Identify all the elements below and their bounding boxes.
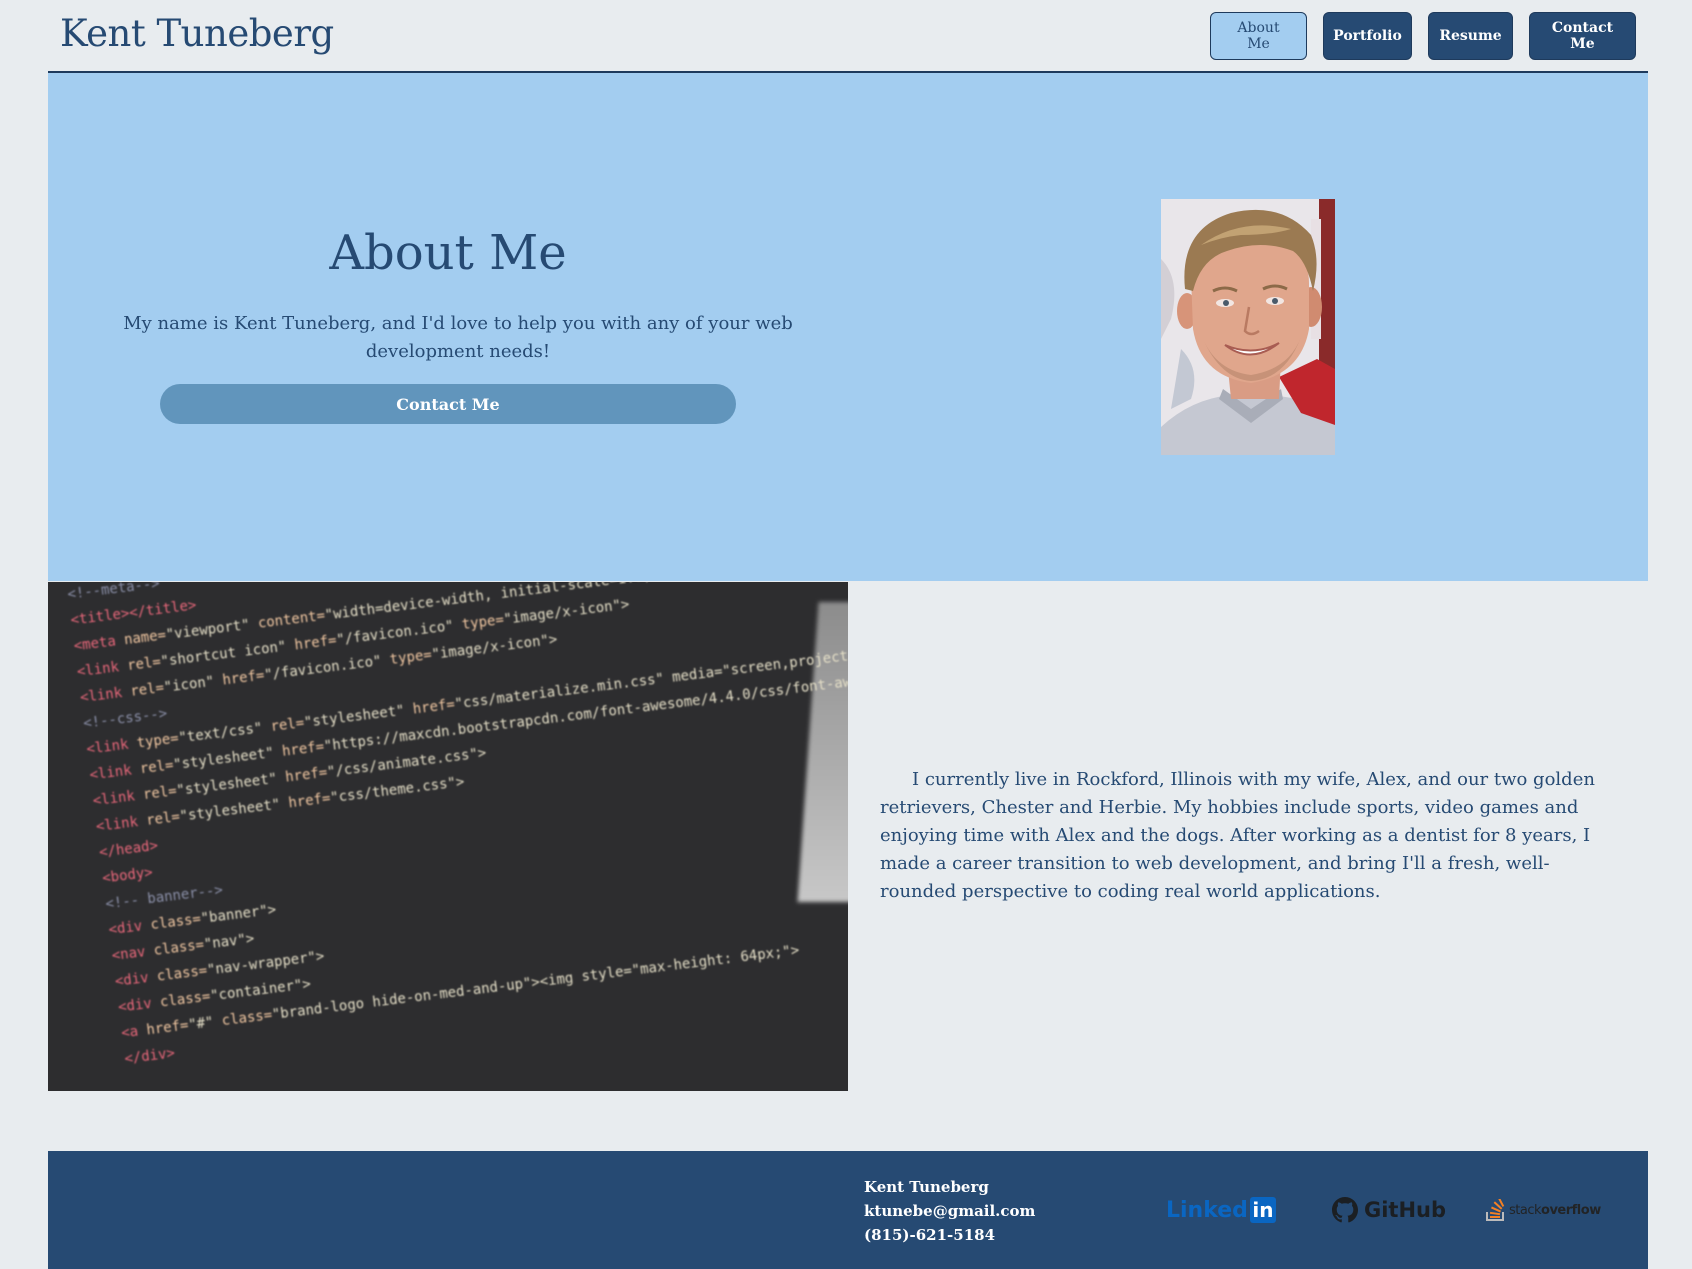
- code-token: rel=: [145, 808, 181, 829]
- code-token: </div>: [123, 1045, 176, 1068]
- code-token: href=: [293, 632, 338, 654]
- code-token: <body>: [101, 864, 154, 887]
- hero-contact-button[interactable]: Contact Me: [160, 384, 736, 424]
- code-token: <link: [95, 813, 148, 836]
- code-token: href=: [411, 696, 456, 718]
- nav-resume-button[interactable]: Resume: [1428, 12, 1513, 60]
- stackoverflow-logo-bold: overflow: [1541, 1202, 1601, 1218]
- code-background-image: <!--meta--> <title></title> <meta name="vi…: [48, 582, 848, 1091]
- code-token: href=: [284, 764, 329, 786]
- linkedin-logo-text: Linked: [1166, 1197, 1248, 1223]
- code-snippet-graphic: <!--meta--> <title></title> <meta name="vi…: [66, 582, 848, 1072]
- code-token: type=: [460, 611, 505, 634]
- code-token: href=: [287, 790, 332, 812]
- code-token: type=: [388, 647, 433, 669]
- code-token: <nav: [110, 943, 155, 965]
- code-token: <div: [117, 994, 162, 1016]
- code-token: <div: [107, 917, 152, 939]
- footer-phone[interactable]: (815)-621-5184: [864, 1223, 1035, 1247]
- footer-email[interactable]: ktunebe@gmail.com: [864, 1199, 1035, 1223]
- code-token: <meta: [72, 632, 126, 655]
- code-token: <div: [114, 968, 158, 990]
- site-header: Kent Tuneberg About Me Portfolio Resume …: [48, 0, 1648, 73]
- code-token: class=: [155, 962, 209, 985]
- code-token: rel=: [142, 783, 178, 804]
- github-icon: [1332, 1197, 1358, 1223]
- nav-contact-button[interactable]: Contact Me: [1529, 12, 1636, 60]
- code-token: content=: [257, 607, 326, 632]
- code-token: class=: [220, 1007, 274, 1030]
- linkedin-link[interactable]: Linked in: [1166, 1195, 1276, 1225]
- code-token: rel=: [129, 679, 165, 700]
- code-token: "#": [187, 1013, 223, 1034]
- hero-title: About Me: [329, 225, 567, 281]
- code-token: <link: [91, 787, 145, 810]
- code-token: href=: [145, 1017, 190, 1039]
- code-token: "banner">: [199, 901, 278, 928]
- bio-paragraph: I currently live in Rockford, Illinois w…: [880, 769, 1595, 902]
- code-token: rel=: [269, 715, 306, 736]
- nav-about-button[interactable]: About Me: [1210, 12, 1307, 60]
- hero-section: About Me My name is Kent Tuneberg, and I…: [48, 73, 1648, 581]
- code-token: "nav">: [203, 930, 256, 953]
- stackoverflow-logo-light: stack: [1509, 1202, 1542, 1218]
- site-footer: Kent Tuneberg ktunebe@gmail.com (815)-62…: [48, 1151, 1648, 1269]
- profile-photo-image: [1161, 199, 1335, 455]
- code-token: <link: [88, 761, 141, 784]
- hero-intro-text: My name is Kent Tuneberg, and I'd love t…: [123, 313, 793, 362]
- code-token: "icon": [162, 672, 224, 696]
- profile-photo: [1161, 199, 1335, 455]
- code-token: rel=: [126, 654, 162, 675]
- code-token: <link: [85, 735, 138, 758]
- code-token: type=: [135, 730, 180, 752]
- footer-contact-info: Kent Tuneberg ktunebe@gmail.com (815)-62…: [864, 1175, 1035, 1247]
- site-brand[interactable]: Kent Tuneberg: [60, 12, 334, 55]
- stackoverflow-icon: [1486, 1199, 1505, 1221]
- code-token: <a: [120, 1022, 148, 1042]
- linkedin-icon: in: [1249, 1197, 1276, 1223]
- github-link[interactable]: GitHub: [1332, 1195, 1446, 1225]
- stackoverflow-logo-text: stackoverflow: [1509, 1203, 1601, 1218]
- code-token: href=: [281, 738, 326, 760]
- code-token: class=: [149, 911, 202, 934]
- code-token: class=: [152, 936, 205, 959]
- nav-portfolio-button[interactable]: Portfolio: [1323, 12, 1412, 60]
- code-token: <link: [79, 684, 132, 707]
- code-token: href=: [221, 667, 266, 689]
- code-token: name=: [123, 627, 167, 649]
- code-token: </head>: [98, 837, 159, 861]
- code-token: class=: [159, 988, 212, 1011]
- code-token: rel=: [138, 757, 175, 778]
- code-token: <link: [76, 658, 129, 681]
- main-nav: About Me Portfolio Resume Contact Me: [1210, 12, 1636, 60]
- github-logo-text: GitHub: [1364, 1198, 1447, 1222]
- footer-name: Kent Tuneberg: [864, 1178, 989, 1196]
- stackoverflow-link[interactable]: stackoverflow: [1486, 1195, 1601, 1225]
